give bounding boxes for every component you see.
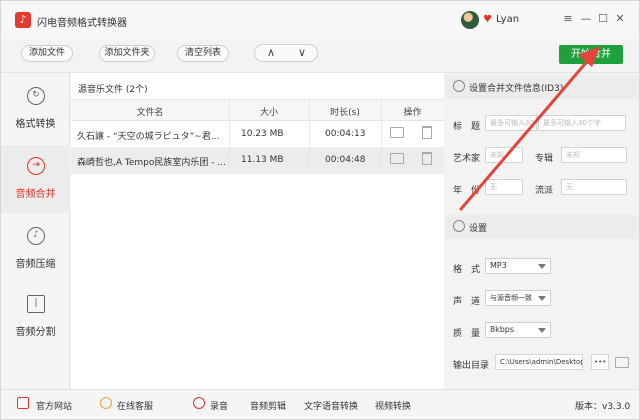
genre-input[interactable]: 无 [561, 179, 627, 195]
file-name: 森崎哲也,A Tempo民族室内乐团 - ... [77, 158, 226, 168]
audio-edit-link[interactable]: 音频剪辑 [250, 399, 286, 412]
clear-list-button[interactable]: 清空列表 [177, 45, 229, 62]
sidebar-item-audio-split[interactable]: | 音频分割 [1, 283, 70, 351]
open-folder-icon[interactable] [615, 357, 629, 368]
folder-icon[interactable] [390, 127, 404, 138]
column-header-size[interactable]: 大小 [229, 105, 309, 118]
browse-button[interactable]: ••• [591, 354, 609, 370]
column-header-name[interactable]: 文件名 [71, 105, 229, 118]
quality-select[interactable]: 8kbps [485, 322, 551, 338]
avatar[interactable] [461, 11, 479, 29]
quality-value: 8kbps [490, 325, 515, 334]
genre-label: 流派 [535, 186, 554, 196]
app-logo-icon: ♪ [15, 12, 31, 28]
website-link[interactable]: 官方网站 [36, 399, 72, 412]
settings-section-header: 设置 [445, 215, 639, 239]
maximize-button[interactable]: ☐ [596, 12, 610, 25]
column-divider [229, 99, 230, 173]
chevron-down-icon [538, 328, 546, 333]
settings-section-title: 设置 [469, 224, 488, 234]
bottom-bar: 官方网站 在线客服 录音 音频剪辑 文字语音转换 视频转换 版本：v3.3.0 [1, 389, 639, 419]
sidebar-item-label: 音频合并 [15, 189, 56, 200]
column-header-actions: 操作 [403, 108, 422, 118]
file-size: 11.13 MB [241, 155, 284, 165]
artist-input[interactable]: 未知 [485, 147, 523, 163]
folder-icon[interactable] [390, 153, 404, 164]
quality-label: 质 量 [453, 329, 481, 339]
table-row[interactable]: 森崎哲也,A Tempo民族室内乐团 - ... 11.13 MB 00:04:… [71, 148, 444, 174]
website-icon [17, 397, 29, 409]
channel-value: 与源音频一致 [490, 294, 532, 302]
app-title: 闪电音频格式转换器 [37, 18, 127, 29]
add-folder-button[interactable]: 添加文件夹 [99, 45, 155, 62]
column-divider [309, 99, 310, 173]
split-icon: | [27, 295, 45, 313]
column-header-duration[interactable]: 时长(s) [309, 105, 381, 118]
file-size: 10.23 MB [241, 129, 284, 139]
year-input[interactable]: 无 [485, 179, 523, 195]
headphones-icon [453, 80, 465, 92]
support-icon [100, 397, 112, 409]
table-row[interactable]: 久石譲 - “天空の城ラピュタ”~君... 10.23 MB 00:04:13 [71, 122, 444, 148]
support-link[interactable]: 在线客服 [117, 399, 153, 412]
trash-icon[interactable] [422, 126, 432, 139]
sidebar-item-audio-compress[interactable]: ♪ 音频压缩 [1, 215, 70, 283]
file-name: 久石譲 - “天空の城ラピュタ”~君... [77, 132, 220, 142]
compress-icon: ♪ [27, 227, 45, 245]
title-input-2[interactable]: 最多可输入30个字 [538, 115, 626, 131]
sidebar-item-label: 音频分割 [15, 327, 56, 338]
album-label: 专辑 [535, 154, 554, 164]
close-button[interactable]: ✕ [613, 12, 627, 25]
file-duration: 00:04:13 [325, 129, 366, 139]
minimize-button[interactable]: — [579, 12, 593, 25]
version-label: 版本：v3.3.0 [575, 402, 631, 412]
video-convert-link[interactable]: 视频转换 [375, 399, 411, 412]
merge-icon: ⇥ [27, 157, 45, 175]
trash-icon[interactable] [422, 152, 432, 165]
output-dir-input[interactable]: C:\Users\admin\Desktop [495, 354, 583, 370]
file-duration: 00:04:48 [325, 155, 366, 165]
sidebar-item-label: 音频压缩 [15, 259, 56, 270]
chevron-down-icon [538, 264, 546, 269]
column-divider [381, 99, 382, 173]
gear-icon [453, 220, 465, 232]
title-bar: ♪ 闪电音频格式转换器 ♥ Lyan ≡ — ☐ ✕ [1, 1, 639, 39]
sidebar: ↻ 格式转换 ⇥ 音频合并 ♪ 音频压缩 | 音频分割 [1, 73, 70, 389]
title-input[interactable]: 最多可输入30个字 [485, 115, 537, 131]
channel-label: 声 道 [453, 297, 481, 307]
file-list-title: 源音乐文件 (2个) [78, 85, 148, 95]
move-down-button[interactable]: ∨ [287, 46, 317, 59]
record-icon [193, 397, 205, 409]
title-label: 标 题 [453, 122, 481, 132]
id3-section-header: 设置合并文件信息(ID3) [445, 75, 639, 99]
tts-link[interactable]: 文字语音转换 [304, 399, 358, 412]
id3-section-title: 设置合并文件信息(ID3) [469, 84, 564, 94]
sidebar-item-label: 格式转换 [15, 119, 56, 130]
reorder-group: ∧ ∨ [254, 44, 318, 62]
sidebar-item-format-convert[interactable]: ↻ 格式转换 [1, 75, 70, 143]
start-merge-button[interactable]: 开始合并 [559, 45, 623, 64]
format-value: MP3 [490, 261, 507, 270]
app-window: ♪ 闪电音频格式转换器 ♥ Lyan ≡ — ☐ ✕ 添加文件 添加文件夹 清空… [0, 0, 640, 420]
add-file-button[interactable]: 添加文件 [21, 45, 73, 62]
file-list-panel: 源音乐文件 (2个) 文件名 大小 时长(s) 操作 久石譲 - “天空の城ラピ… [71, 73, 444, 389]
toolbar: 添加文件 添加文件夹 清空列表 ∧ ∨ [1, 39, 639, 73]
username[interactable]: Lyan [496, 14, 519, 25]
channel-select[interactable]: 与源音频一致 [485, 290, 551, 306]
vip-badge-icon: ♥ [483, 14, 492, 25]
move-up-button[interactable]: ∧ [256, 46, 286, 59]
year-label: 年 份 [453, 186, 481, 196]
file-list-header: 文件名 大小 时长(s) 操作 [71, 99, 444, 121]
menu-icon[interactable]: ≡ [561, 12, 575, 25]
format-select[interactable]: MP3 [485, 258, 551, 274]
output-dir-label: 输出目录 [453, 361, 490, 371]
format-label: 格 式 [453, 265, 481, 275]
settings-panel: 设置合并文件信息(ID3) 标 题 最多可输入30个字 最多可输入30个字 艺术… [445, 73, 639, 389]
record-link[interactable]: 录音 [210, 399, 228, 412]
album-input[interactable]: 未知 [561, 147, 627, 163]
refresh-icon: ↻ [27, 87, 45, 105]
chevron-down-icon [538, 296, 546, 301]
sidebar-item-audio-merge[interactable]: ⇥ 音频合并 [1, 145, 70, 213]
artist-label: 艺术家 [453, 154, 481, 164]
